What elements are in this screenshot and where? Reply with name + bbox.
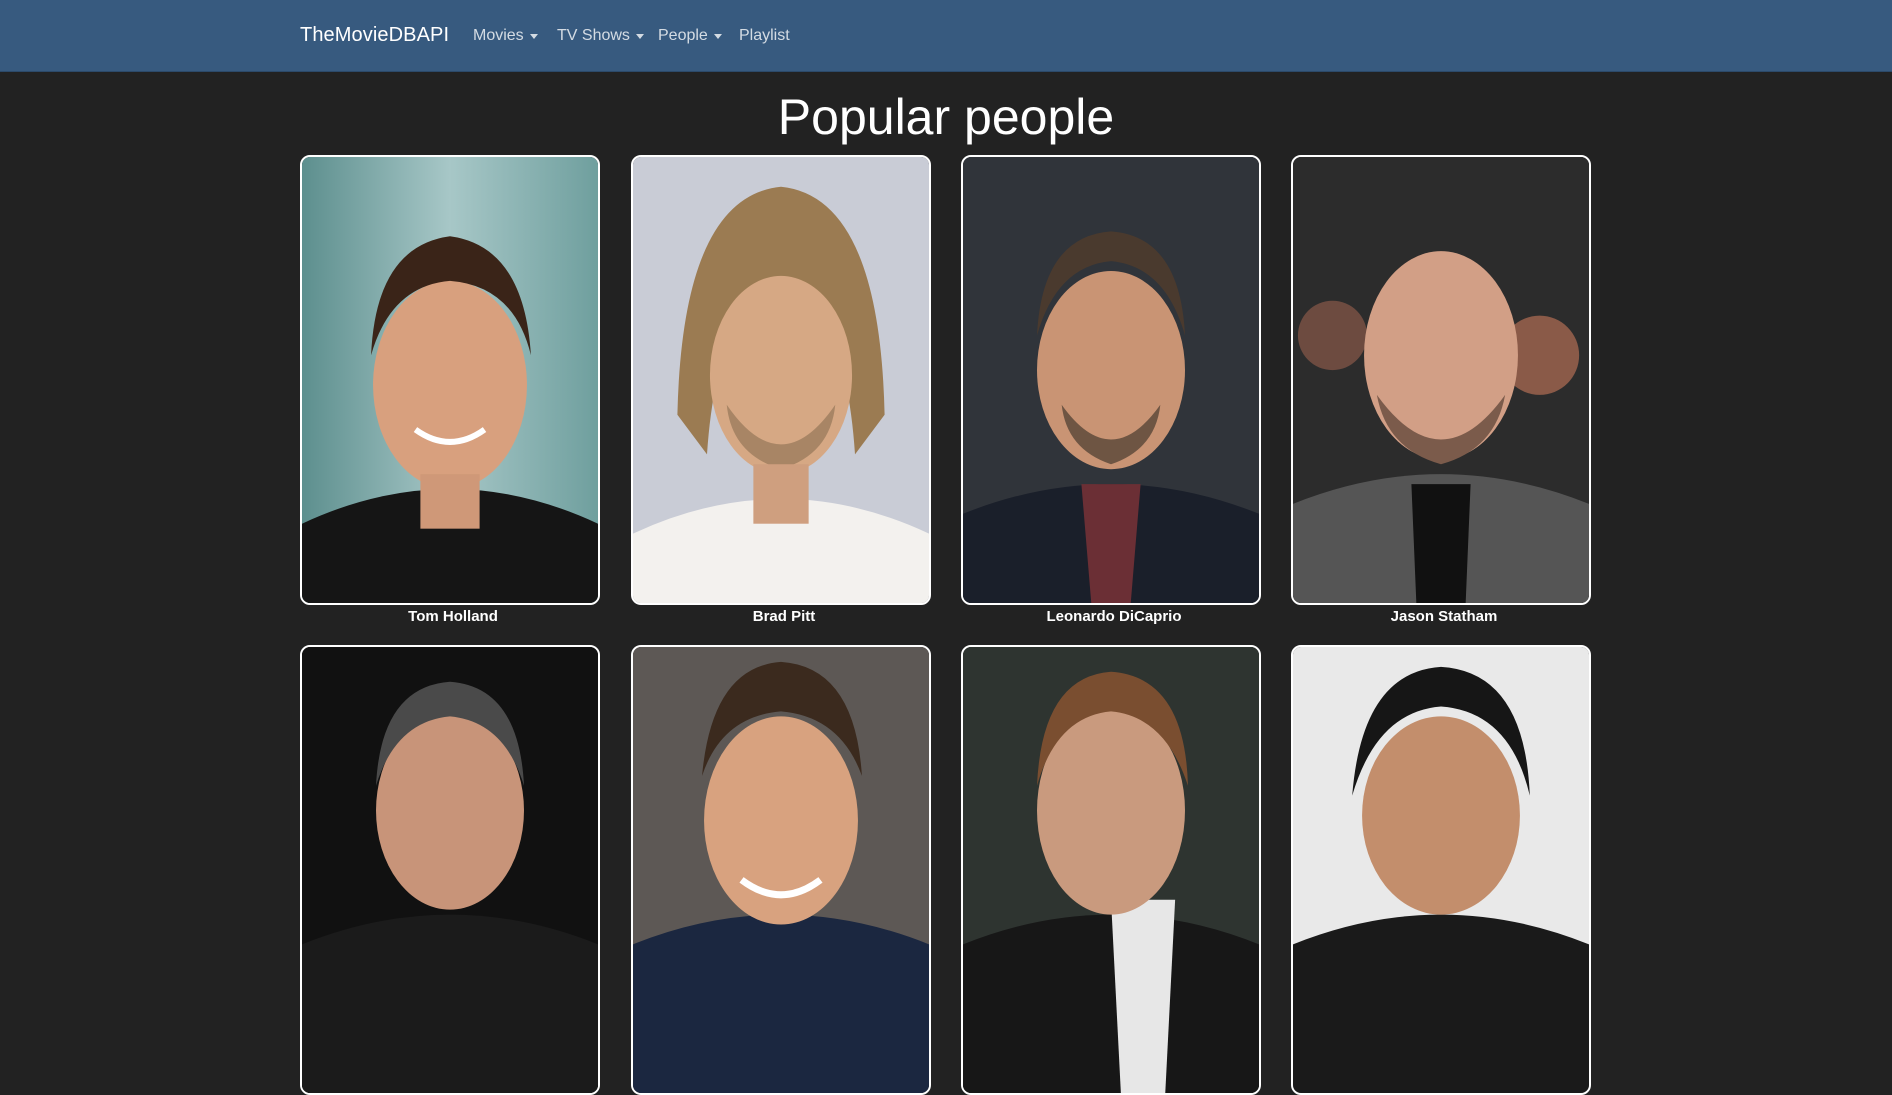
person-card[interactable]	[1291, 645, 1591, 1095]
person-card[interactable]	[1291, 155, 1591, 605]
nav-playlist-link[interactable]: Playlist	[739, 27, 790, 45]
nav-tvshows-label: TV Shows	[557, 27, 630, 44]
person-name[interactable]: Brad Pitt	[634, 608, 934, 625]
person-card[interactable]	[631, 155, 931, 605]
navbar: TheMovieDBAPI Movies TV Shows People Pla…	[0, 0, 1892, 72]
nav-movies-dropdown[interactable]: Movies	[473, 27, 538, 45]
person-card[interactable]	[300, 155, 600, 605]
person-name[interactable]: Tom Holland	[303, 608, 603, 625]
brand-link[interactable]: TheMovieDBAPI	[300, 24, 449, 47]
person-card[interactable]	[631, 645, 931, 1095]
page-title: Popular people	[777, 89, 1115, 145]
person-name[interactable]: Leonardo DiCaprio	[964, 608, 1264, 625]
person-photo	[633, 157, 929, 603]
person-photo	[1293, 157, 1589, 603]
nav-people-dropdown[interactable]: People	[658, 27, 722, 45]
nav-tvshows-dropdown[interactable]: TV Shows	[557, 27, 644, 45]
caret-down-icon	[713, 34, 722, 39]
person-card[interactable]	[961, 645, 1261, 1095]
person-photo	[1293, 647, 1589, 1093]
nav-people-label: People	[658, 27, 708, 44]
person-card[interactable]	[300, 645, 600, 1095]
person-photo	[963, 647, 1259, 1093]
person-photo	[963, 157, 1259, 603]
person-photo	[633, 647, 929, 1093]
person-photo	[302, 157, 598, 603]
nav-playlist-label: Playlist	[739, 27, 790, 44]
person-photo	[302, 647, 598, 1093]
nav-movies-label: Movies	[473, 27, 524, 44]
person-name[interactable]: Jason Statham	[1294, 608, 1594, 625]
person-card[interactable]	[961, 155, 1261, 605]
caret-down-icon	[635, 34, 644, 39]
caret-down-icon	[529, 34, 538, 39]
